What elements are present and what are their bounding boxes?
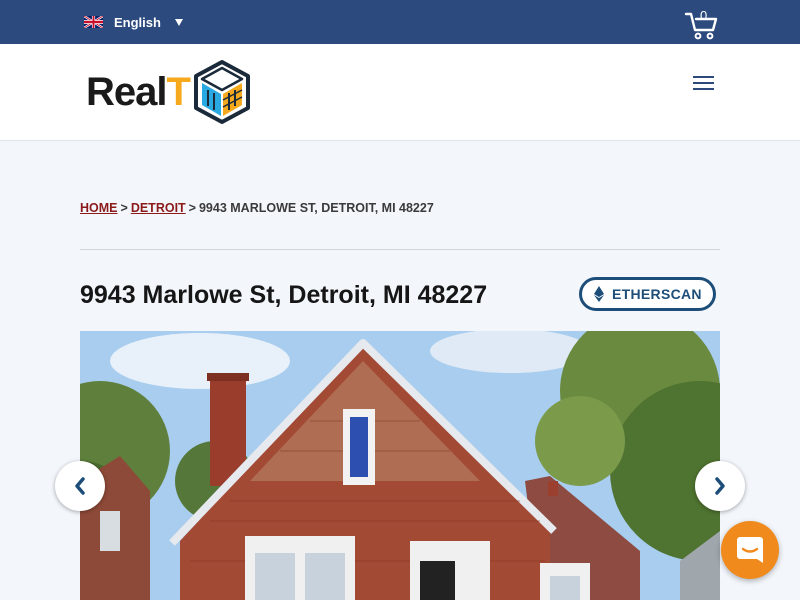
divider bbox=[80, 249, 720, 250]
logo-text-accent: T bbox=[166, 70, 191, 114]
gallery-next-button[interactable] bbox=[695, 461, 745, 511]
site-header: RealT bbox=[0, 44, 800, 141]
chevron-left-icon bbox=[75, 477, 85, 495]
breadcrumb-city-link[interactable]: DETROIT bbox=[131, 201, 186, 215]
logo-text-main: Real bbox=[86, 70, 167, 114]
logo-text: RealT bbox=[86, 70, 191, 114]
gallery-prev-button[interactable] bbox=[55, 461, 105, 511]
cart-button[interactable]: 0 bbox=[684, 8, 718, 40]
breadcrumb-separator: > bbox=[188, 201, 196, 215]
breadcrumb-current: 9943 MARLOWE ST, DETROIT, MI 48227 bbox=[198, 201, 434, 215]
breadcrumb-separator: > bbox=[120, 201, 128, 215]
cart-count: 0 bbox=[700, 8, 708, 23]
property-photo[interactable] bbox=[80, 331, 720, 600]
chevron-right-icon bbox=[715, 477, 725, 495]
language-label: English bbox=[114, 14, 161, 30]
breadcrumb-home-link[interactable]: HOME bbox=[80, 201, 118, 215]
language-selector[interactable]: English bbox=[84, 13, 183, 31]
house-photo-illustration bbox=[80, 331, 720, 600]
breadcrumb: HOME > DETROIT >9943 MARLOWE ST, DETROIT, M… bbox=[80, 201, 434, 215]
uk-flag-icon bbox=[84, 16, 103, 28]
caret-down-icon bbox=[174, 18, 183, 26]
chat-launcher-button[interactable] bbox=[721, 521, 779, 579]
realt-logo[interactable]: RealT bbox=[86, 60, 252, 126]
page-title: 9943 Marlowe St, Detroit, MI 48227 bbox=[80, 281, 488, 309]
hamburger-menu-icon[interactable] bbox=[693, 75, 715, 91]
chat-bubble-icon bbox=[737, 537, 763, 563]
top-bar: English 0 bbox=[0, 0, 800, 44]
etherscan-label: ETHERSCAN bbox=[612, 286, 702, 302]
etherscan-button[interactable]: ETHERSCAN bbox=[579, 277, 716, 311]
realt-cube-logo-icon bbox=[194, 60, 250, 124]
ethereum-icon bbox=[594, 286, 604, 302]
